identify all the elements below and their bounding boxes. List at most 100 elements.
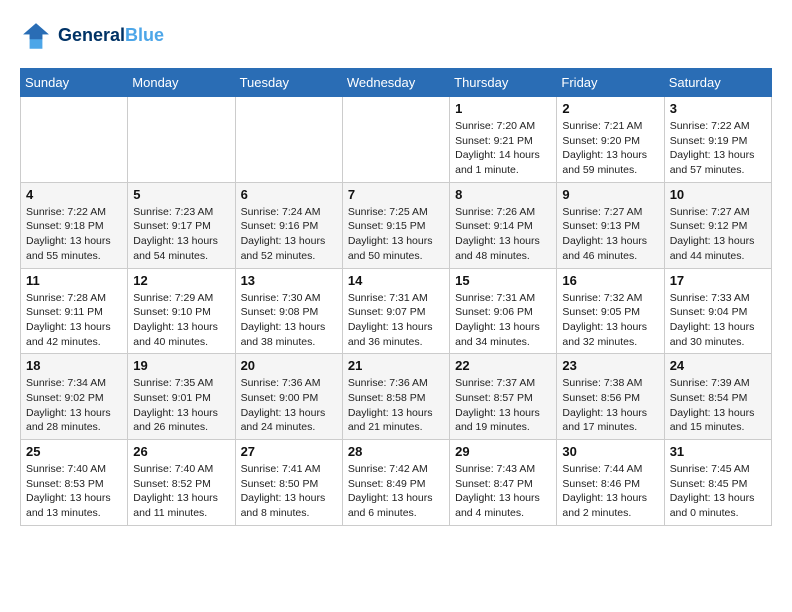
calendar-cell: 18 Sunrise: 7:34 AM Sunset: 9:02 PM Dayli… — [21, 354, 128, 440]
calendar-cell: 1 Sunrise: 7:20 AM Sunset: 9:21 PM Daylig… — [450, 97, 557, 183]
day-number: 2 — [562, 101, 658, 116]
day-number: 1 — [455, 101, 551, 116]
day-info: Sunrise: 7:20 AM Sunset: 9:21 PM Dayligh… — [455, 119, 551, 178]
day-info: Sunrise: 7:33 AM Sunset: 9:04 PM Dayligh… — [670, 291, 766, 350]
calendar-week-1: 1 Sunrise: 7:20 AM Sunset: 9:21 PM Daylig… — [21, 97, 772, 183]
calendar-week-2: 4Sunrise: 7:22 AM Sunset: 9:18 PM Daylig… — [21, 182, 772, 268]
day-number: 3 — [670, 101, 766, 116]
day-number: 9 — [562, 187, 658, 202]
day-number: 23 — [562, 358, 658, 373]
calendar-cell: 5 Sunrise: 7:23 AM Sunset: 9:17 PM Daylig… — [128, 182, 235, 268]
day-number: 20 — [241, 358, 337, 373]
day-info: Sunrise: 7:30 AM Sunset: 9:08 PM Dayligh… — [241, 291, 337, 350]
calendar-cell: 16Sunrise: 7:32 AM Sunset: 9:05 PM Dayli… — [557, 268, 664, 354]
day-number: 22 — [455, 358, 551, 373]
calendar-cell: 30Sunrise: 7:44 AM Sunset: 8:46 PM Dayli… — [557, 440, 664, 526]
day-info: Sunrise: 7:42 AM Sunset: 8:49 PM Dayligh… — [348, 462, 444, 521]
calendar-cell: 22Sunrise: 7:37 AM Sunset: 8:57 PM Dayli… — [450, 354, 557, 440]
day-info: Sunrise: 7:34 AM Sunset: 9:02 PM Dayligh… — [26, 376, 122, 435]
day-info: Sunrise: 7:23 AM Sunset: 9:17 PM Dayligh… — [133, 205, 229, 264]
day-number: 4 — [26, 187, 122, 202]
calendar-cell: 15 Sunrise: 7:31 AM Sunset: 9:06 PM Dayli… — [450, 268, 557, 354]
day-info: Sunrise: 7:36 AM Sunset: 8:58 PM Dayligh… — [348, 376, 444, 435]
calendar-header: SundayMondayTuesdayWednesdayThursdayFrid… — [21, 69, 772, 97]
day-info: Sunrise: 7:35 AM Sunset: 9:01 PM Dayligh… — [133, 376, 229, 435]
day-info: Sunrise: 7:38 AM Sunset: 8:56 PM Dayligh… — [562, 376, 658, 435]
calendar-cell: 9 Sunrise: 7:27 AM Sunset: 9:13 PM Daylig… — [557, 182, 664, 268]
calendar-body: 1 Sunrise: 7:20 AM Sunset: 9:21 PM Daylig… — [21, 97, 772, 526]
day-number: 26 — [133, 444, 229, 459]
calendar-cell: 19 Sunrise: 7:35 AM Sunset: 9:01 PM Dayli… — [128, 354, 235, 440]
calendar-cell: 14Sunrise: 7:31 AM Sunset: 9:07 PM Dayli… — [342, 268, 449, 354]
day-number: 10 — [670, 187, 766, 202]
day-info: Sunrise: 7:44 AM Sunset: 8:46 PM Dayligh… — [562, 462, 658, 521]
day-number: 11 — [26, 273, 122, 288]
calendar-cell: 25 Sunrise: 7:40 AM Sunset: 8:53 PM Dayli… — [21, 440, 128, 526]
day-number: 25 — [26, 444, 122, 459]
calendar-week-4: 18 Sunrise: 7:34 AM Sunset: 9:02 PM Dayli… — [21, 354, 772, 440]
day-number: 29 — [455, 444, 551, 459]
day-info: Sunrise: 7:28 AM Sunset: 9:11 PM Dayligh… — [26, 291, 122, 350]
calendar-cell: 12 Sunrise: 7:29 AM Sunset: 9:10 PM Dayli… — [128, 268, 235, 354]
calendar-cell: 2Sunrise: 7:21 AM Sunset: 9:20 PM Daylig… — [557, 97, 664, 183]
weekday-header-wednesday: Wednesday — [342, 69, 449, 97]
logo-text: GeneralBlue — [58, 25, 164, 47]
calendar-cell: 7Sunrise: 7:25 AM Sunset: 9:15 PM Daylig… — [342, 182, 449, 268]
weekday-header-tuesday: Tuesday — [235, 69, 342, 97]
day-info: Sunrise: 7:31 AM Sunset: 9:06 PM Dayligh… — [455, 291, 551, 350]
day-info: Sunrise: 7:22 AM Sunset: 9:19 PM Dayligh… — [670, 119, 766, 178]
calendar-week-3: 11 Sunrise: 7:28 AM Sunset: 9:11 PM Dayli… — [21, 268, 772, 354]
day-info: Sunrise: 7:39 AM Sunset: 8:54 PM Dayligh… — [670, 376, 766, 435]
calendar-cell: 20 Sunrise: 7:36 AM Sunset: 9:00 PM Dayli… — [235, 354, 342, 440]
weekday-header-sunday: Sunday — [21, 69, 128, 97]
day-info: Sunrise: 7:40 AM Sunset: 8:52 PM Dayligh… — [133, 462, 229, 521]
calendar-cell — [21, 97, 128, 183]
day-info: Sunrise: 7:43 AM Sunset: 8:47 PM Dayligh… — [455, 462, 551, 521]
calendar-cell: 23 Sunrise: 7:38 AM Sunset: 8:56 PM Dayli… — [557, 354, 664, 440]
calendar-cell — [235, 97, 342, 183]
day-number: 15 — [455, 273, 551, 288]
day-info: Sunrise: 7:29 AM Sunset: 9:10 PM Dayligh… — [133, 291, 229, 350]
calendar-cell: 3 Sunrise: 7:22 AM Sunset: 9:19 PM Daylig… — [664, 97, 771, 183]
weekday-header-monday: Monday — [128, 69, 235, 97]
calendar-cell: 29 Sunrise: 7:43 AM Sunset: 8:47 PM Dayli… — [450, 440, 557, 526]
calendar-cell: 26 Sunrise: 7:40 AM Sunset: 8:52 PM Dayli… — [128, 440, 235, 526]
calendar-cell: 31 Sunrise: 7:45 AM Sunset: 8:45 PM Dayli… — [664, 440, 771, 526]
day-number: 6 — [241, 187, 337, 202]
day-info: Sunrise: 7:31 AM Sunset: 9:07 PM Dayligh… — [348, 291, 444, 350]
calendar-cell: 13 Sunrise: 7:30 AM Sunset: 9:08 PM Dayli… — [235, 268, 342, 354]
day-number: 7 — [348, 187, 444, 202]
calendar-cell: 6Sunrise: 7:24 AM Sunset: 9:16 PM Daylig… — [235, 182, 342, 268]
weekday-header-thursday: Thursday — [450, 69, 557, 97]
day-info: Sunrise: 7:45 AM Sunset: 8:45 PM Dayligh… — [670, 462, 766, 521]
calendar-cell: 27Sunrise: 7:41 AM Sunset: 8:50 PM Dayli… — [235, 440, 342, 526]
calendar-cell: 11 Sunrise: 7:28 AM Sunset: 9:11 PM Dayli… — [21, 268, 128, 354]
day-number: 21 — [348, 358, 444, 373]
calendar-cell — [342, 97, 449, 183]
day-info: Sunrise: 7:32 AM Sunset: 9:05 PM Dayligh… — [562, 291, 658, 350]
day-info: Sunrise: 7:36 AM Sunset: 9:00 PM Dayligh… — [241, 376, 337, 435]
calendar-cell: 8 Sunrise: 7:26 AM Sunset: 9:14 PM Daylig… — [450, 182, 557, 268]
day-info: Sunrise: 7:26 AM Sunset: 9:14 PM Dayligh… — [455, 205, 551, 264]
page-header: GeneralBlue — [20, 20, 772, 52]
calendar-cell: 17Sunrise: 7:33 AM Sunset: 9:04 PM Dayli… — [664, 268, 771, 354]
calendar-cell: 24Sunrise: 7:39 AM Sunset: 8:54 PM Dayli… — [664, 354, 771, 440]
day-info: Sunrise: 7:27 AM Sunset: 9:12 PM Dayligh… — [670, 205, 766, 264]
day-number: 18 — [26, 358, 122, 373]
day-number: 12 — [133, 273, 229, 288]
day-number: 8 — [455, 187, 551, 202]
calendar-cell: 28 Sunrise: 7:42 AM Sunset: 8:49 PM Dayli… — [342, 440, 449, 526]
calendar-cell: 10 Sunrise: 7:27 AM Sunset: 9:12 PM Dayli… — [664, 182, 771, 268]
day-number: 28 — [348, 444, 444, 459]
weekday-header-saturday: Saturday — [664, 69, 771, 97]
calendar-cell: 4Sunrise: 7:22 AM Sunset: 9:18 PM Daylig… — [21, 182, 128, 268]
logo-icon — [20, 20, 52, 52]
calendar-cell — [128, 97, 235, 183]
day-number: 19 — [133, 358, 229, 373]
day-number: 13 — [241, 273, 337, 288]
calendar-week-5: 25 Sunrise: 7:40 AM Sunset: 8:53 PM Dayli… — [21, 440, 772, 526]
day-number: 5 — [133, 187, 229, 202]
day-info: Sunrise: 7:40 AM Sunset: 8:53 PM Dayligh… — [26, 462, 122, 521]
day-info: Sunrise: 7:27 AM Sunset: 9:13 PM Dayligh… — [562, 205, 658, 264]
day-number: 31 — [670, 444, 766, 459]
